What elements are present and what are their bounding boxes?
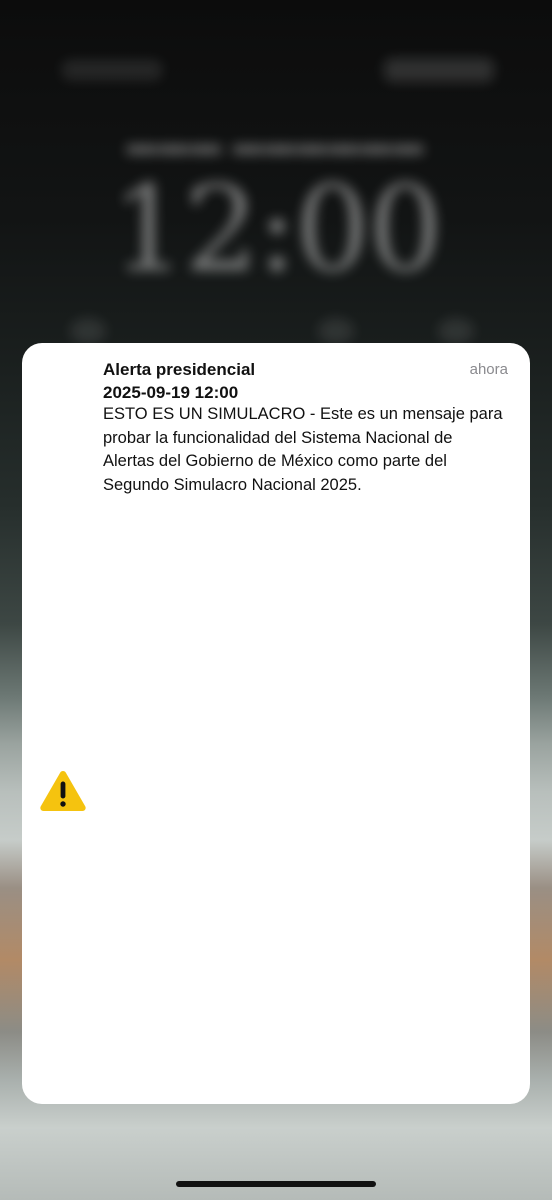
widget-blob [318, 318, 354, 344]
alert-datetime: 2025-09-19 12:00 [103, 383, 239, 402]
widget-blob [438, 318, 474, 344]
lock-screen: ▬▬▬ ▬▬▬▬▬▬ 12:00 Alerta presidencial 202… [0, 0, 552, 1200]
alert-body-text: ESTO ES UN SIMULACRO - Este es un mensaj… [103, 405, 503, 494]
status-bar-right [384, 58, 494, 82]
status-bar-left [62, 60, 162, 80]
emergency-alert-notification[interactable]: Alerta presidencial 2025-09-19 12:00 aho… [22, 343, 530, 1104]
lock-screen-clock: 12:00 [110, 160, 443, 298]
lock-screen-date: ▬▬▬ ▬▬▬▬▬▬ [126, 128, 426, 161]
widget-blob [70, 318, 106, 344]
alert-title: Alerta presidencial [103, 360, 256, 379]
home-indicator[interactable] [176, 1181, 376, 1187]
alert-time-label: ahora [469, 361, 508, 378]
warning-triangle-icon [40, 771, 86, 811]
